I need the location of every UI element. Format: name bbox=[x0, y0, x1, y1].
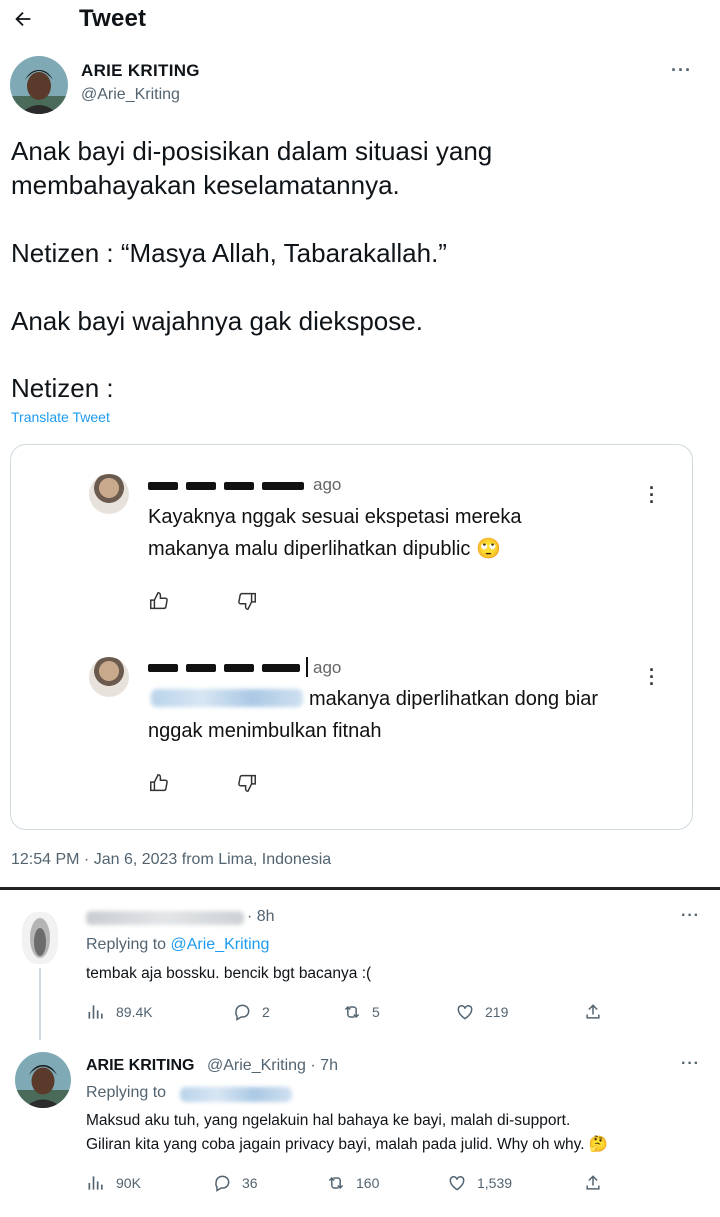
thumbs-down-icon bbox=[238, 774, 256, 792]
reply-text: Giliran kita yang coba jagain privacy ba… bbox=[86, 1136, 609, 1153]
views-icon bbox=[88, 1176, 103, 1190]
reply-icon bbox=[215, 1175, 230, 1192]
tweet-text-line: Anak bayi wajahnya gak diekspose. bbox=[11, 306, 423, 336]
like-button[interactable]: 1,539 bbox=[447, 1173, 512, 1193]
replying-to: Replying to bbox=[86, 1084, 166, 1102]
reply-handle-time: @Arie_Kriting · 7h bbox=[207, 1057, 338, 1074]
redacted-name bbox=[148, 664, 178, 672]
redacted-name bbox=[186, 664, 216, 672]
commenter-avatar bbox=[89, 657, 129, 697]
comment-time: ago bbox=[313, 658, 342, 677]
views-icon bbox=[88, 1005, 103, 1019]
share-icon bbox=[586, 1175, 600, 1190]
reply-count: 36 bbox=[242, 1175, 258, 1191]
comment-text: nggak menimbulkan fitnah bbox=[148, 720, 382, 742]
like-icon bbox=[449, 1175, 465, 1191]
views-button[interactable]: 89.4K bbox=[86, 1002, 153, 1022]
redacted-name bbox=[148, 482, 178, 490]
blurred-username bbox=[86, 911, 244, 925]
reply-avatar[interactable] bbox=[22, 912, 58, 964]
comment-text: Kayaknya nggak sesuai ekspetasi mereka bbox=[148, 506, 522, 528]
retweet-icon bbox=[328, 1176, 344, 1190]
tweet-text-line: Netizen : bbox=[11, 373, 114, 403]
like-count: 1,539 bbox=[477, 1175, 513, 1191]
redacted-name bbox=[262, 482, 304, 490]
author-avatar[interactable] bbox=[10, 56, 68, 114]
retweet-button[interactable]: 5 bbox=[342, 1002, 380, 1022]
tweet-timestamp[interactable]: 12:54 PM · Jan 6, 2023 from Lima, Indone… bbox=[11, 851, 331, 869]
reply-count: 2 bbox=[262, 1004, 270, 1020]
replying-prefix: Replying to bbox=[86, 1084, 167, 1101]
share-button[interactable] bbox=[583, 1173, 603, 1193]
more-icon[interactable]: ··· bbox=[681, 1055, 700, 1073]
views-button[interactable]: 90K bbox=[86, 1173, 141, 1193]
reply-button[interactable]: 36 bbox=[212, 1173, 258, 1193]
back-button[interactable] bbox=[8, 4, 38, 34]
back-arrow-icon bbox=[15, 11, 31, 27]
thumbs-down-icon bbox=[238, 592, 256, 610]
vertical-more-icon: · · · bbox=[649, 660, 655, 694]
views-count: 89.4K bbox=[116, 1004, 153, 1020]
header: Tweet bbox=[0, 0, 720, 40]
comment-text: makanya malu diperlihatkan dipublic 🙄 bbox=[148, 538, 501, 560]
replying-to: Replying to @Arie_Kriting bbox=[86, 936, 269, 954]
divider bbox=[306, 657, 308, 677]
author-name[interactable]: ARIE KRITING bbox=[81, 61, 200, 81]
like-count: 219 bbox=[485, 1004, 509, 1020]
translate-tweet-link[interactable]: Translate Tweet bbox=[11, 409, 110, 425]
share-icon bbox=[586, 1004, 600, 1019]
redacted-name bbox=[262, 664, 300, 672]
retweet-button[interactable]: 160 bbox=[326, 1173, 379, 1193]
like-button[interactable]: 219 bbox=[455, 1002, 508, 1022]
reply-time: · 8h bbox=[247, 908, 275, 925]
redacted-name bbox=[224, 664, 254, 672]
page-title: Tweet bbox=[79, 5, 147, 32]
author-handle[interactable]: @Arie_Kriting bbox=[81, 86, 180, 104]
more-icon[interactable]: ··· bbox=[681, 907, 700, 925]
embedded-image[interactable]: ago · · · Kayaknya nggak sesuai ekspetasi … bbox=[10, 444, 693, 830]
reply-button[interactable]: 2 bbox=[232, 1002, 270, 1022]
reply-author-name[interactable]: ARIE KRITING bbox=[86, 1057, 194, 1075]
blurred-replying-handle[interactable] bbox=[180, 1087, 292, 1102]
tweet-detail: Tweet ARIE KRITING @Arie_Kriting ··· Ana… bbox=[0, 0, 720, 888]
comment-text: makanya diperlihatkan dong biar bbox=[309, 688, 599, 710]
reply-tweet[interactable]: ARIE KRITING @Arie_Kriting · 7h ··· Repl… bbox=[0, 1040, 720, 1217]
reply-tweet[interactable]: · 8h ··· Replying to @Arie_Kriting temba… bbox=[0, 890, 720, 1040]
commenter-avatar bbox=[89, 474, 129, 514]
replying-prefix: Replying to bbox=[86, 936, 171, 953]
replying-handle-link[interactable]: @Arie_Kriting bbox=[171, 936, 270, 953]
reply-avatar[interactable] bbox=[15, 1052, 71, 1108]
vertical-more-icon: · · · bbox=[649, 478, 655, 512]
tweet-text-line: Netizen : “Masya Allah, Tabarakallah.” bbox=[11, 238, 447, 268]
like-icon bbox=[457, 1004, 473, 1020]
reply-text: Maksud aku tuh, yang ngelakuin hal bahay… bbox=[86, 1112, 571, 1129]
more-icon[interactable]: ··· bbox=[671, 60, 692, 81]
redacted-name bbox=[186, 482, 216, 490]
comment-time: ago bbox=[313, 475, 342, 494]
thread-line bbox=[39, 968, 41, 1040]
retweet-icon bbox=[344, 1005, 360, 1019]
blurred-mention bbox=[151, 689, 303, 707]
retweet-count: 5 bbox=[372, 1004, 380, 1020]
reply-text: tembak aja bossku. bencik bgt bacanya :( bbox=[86, 965, 372, 982]
reply-icon bbox=[235, 1004, 250, 1021]
thumbs-up-icon bbox=[150, 592, 168, 610]
retweet-count: 160 bbox=[356, 1175, 380, 1191]
share-button[interactable] bbox=[583, 1002, 603, 1022]
redacted-name bbox=[224, 482, 254, 490]
thumbs-up-icon bbox=[150, 774, 168, 792]
tweet-text-line: Anak bayi di-posisikan dalam situasi yan… bbox=[11, 136, 493, 166]
views-count: 90K bbox=[116, 1175, 141, 1191]
tweet-text-line: membahayakan keselamatannya. bbox=[11, 170, 400, 200]
